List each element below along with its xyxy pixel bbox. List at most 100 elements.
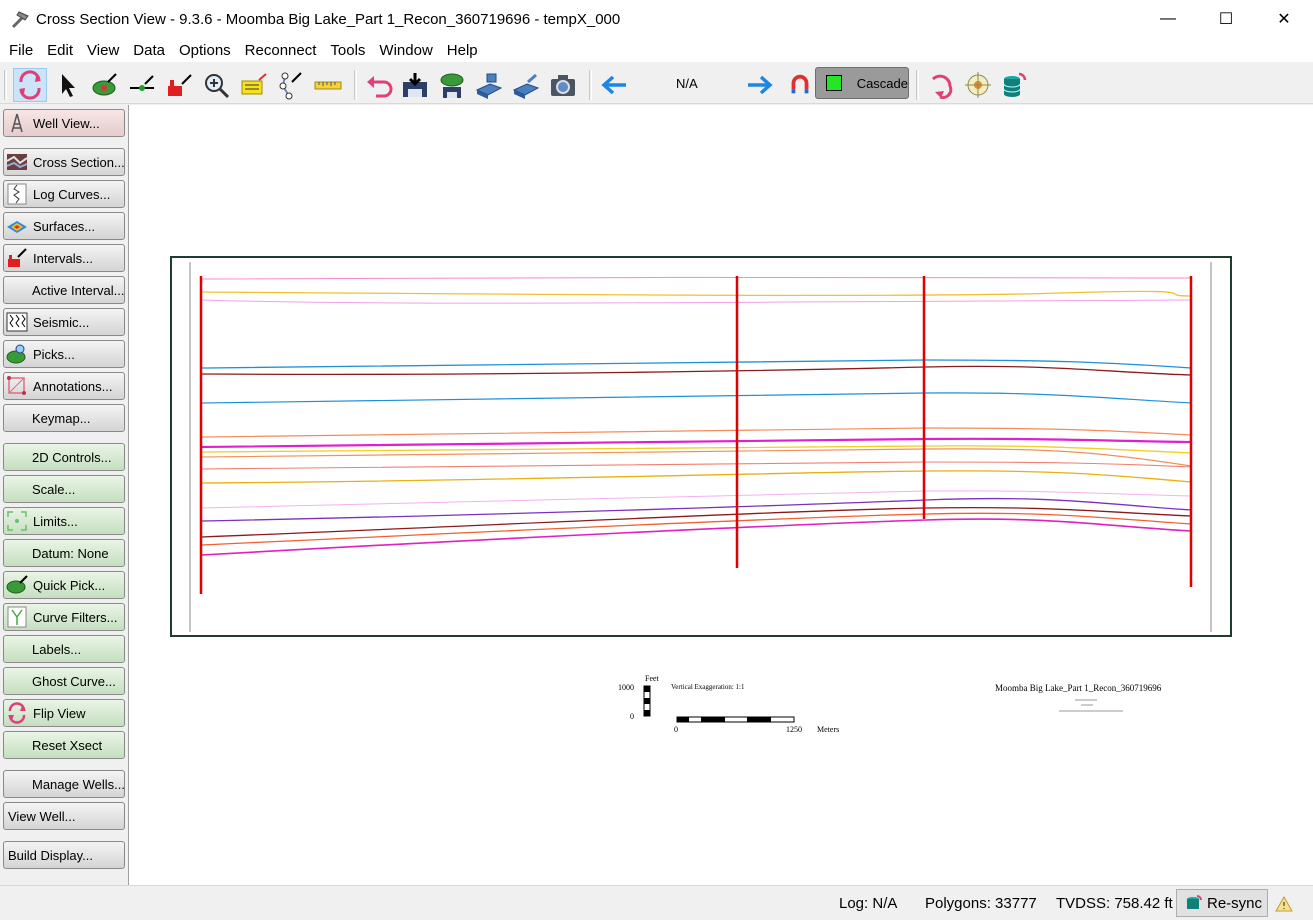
sidebar-item-label: Well View... [33,115,100,131]
scale-unit-feet: Feet [645,674,660,683]
labels-button[interactable]: Labels... [3,635,125,663]
next-button[interactable] [743,68,777,102]
close-button[interactable]: ✕ [1255,0,1313,38]
database-sync-button[interactable] [997,68,1031,102]
status-bar: Log: N/A Polygons: 33777 TVDSS: 758.42 f… [0,885,1313,920]
surfaces-button[interactable]: Surfaces... [3,212,125,240]
save-picks-button[interactable] [435,68,469,102]
menu-data[interactable]: Data [126,42,172,59]
minimize-button[interactable]: — [1139,0,1197,38]
menu-options[interactable]: Options [172,42,238,59]
ruler-icon [314,81,342,90]
menu-window[interactable]: Window [372,42,439,59]
target-button[interactable] [961,68,995,102]
magnet-button[interactable] [786,68,814,102]
project-title: Moomba Big Lake_Part 1_Recon_360719696 [995,683,1162,693]
2d-controls-button[interactable]: 2D Controls... [3,443,125,471]
intervals-button[interactable]: Intervals... [3,244,125,272]
pick-surface-button[interactable] [88,68,122,102]
keymap-button[interactable]: Keymap... [3,404,125,432]
intervals-icon [5,246,29,270]
meters-scale-segment [747,717,771,722]
quick-pick-button[interactable]: Quick Pick... [3,571,125,599]
sidebar-item-label: Manage Wells... [32,776,125,792]
status-polygons: Polygons: 33777 [925,895,1037,912]
annotations-icon [5,374,29,398]
sidebar-item-label: Datum: None [32,545,109,561]
picks-icon [5,342,29,366]
sidebar-item-label: View Well... [8,808,76,824]
interval-pick-button[interactable] [162,68,196,102]
undo-button[interactable] [362,68,396,102]
scale-legend: Feet 1000 0 Vertical Exaggeration: 1:1 0… [618,674,1162,734]
toolbar: N/A [0,64,1313,104]
sidebar-item-label: Annotations... [33,378,113,394]
point-pick-icon [130,75,154,91]
undo-arrow-icon [367,76,393,98]
menu-reconnect[interactable]: Reconnect [238,42,324,59]
sidebar-item-label: Curve Filters... [33,609,118,625]
maximize-button[interactable]: ☐ [1197,0,1255,38]
resync-button[interactable]: Re-sync [1176,889,1268,917]
sidebar-item-label: Cross Section... [33,154,125,170]
rotate-arrows-icon [19,70,41,100]
scale-button[interactable]: Scale... [3,475,125,503]
reset-xsect-button[interactable]: Reset Xsect [3,731,125,759]
export-button[interactable] [509,68,543,102]
previous-button[interactable] [597,68,631,102]
ruler-button[interactable] [311,68,345,102]
datum-button[interactable]: Datum: None [3,539,125,567]
feet-scale-segment [644,698,650,704]
load-button[interactable] [472,68,506,102]
build-display-button[interactable]: Build Display... [3,841,125,869]
cross-section-canvas[interactable]: Feet 1000 0 Vertical Exaggeration: 1:1 0… [128,105,1313,885]
surface-pick-icon [92,73,117,96]
sidebar-item-label: Reset Xsect [32,737,103,753]
meters-scale-segment [677,717,689,722]
rotate-tool-button[interactable] [13,68,47,102]
window-title: Cross Section View - 9.3.6 - Moomba Big … [36,10,621,28]
view-well-button[interactable]: View Well... [3,802,125,830]
limits-button[interactable]: Limits... [3,507,125,535]
well-derrick-icon [5,111,29,135]
menu-help[interactable]: Help [440,42,485,59]
sidebar-item-label: Keymap... [32,410,91,426]
export-tray-icon [512,73,540,99]
flip-view-button[interactable]: Flip View [3,699,125,727]
screenshot-button[interactable] [546,68,580,102]
well-view-button[interactable]: Well View... [3,109,125,137]
pick-point-button[interactable] [125,68,159,102]
active-interval-button[interactable]: Active Interval... [3,276,125,304]
magnifier-plus-icon [205,74,230,99]
cross-section-drawing[interactable]: Feet 1000 0 Vertical Exaggeration: 1:1 0… [129,105,1313,885]
menu-file[interactable]: File [0,42,40,59]
camera-icon [551,75,575,96]
digitize-button[interactable] [274,68,308,102]
annotations-button[interactable]: Annotations... [3,372,125,400]
annotation-note-button[interactable] [237,68,271,102]
arrow-right-icon [748,75,773,95]
title-bar: Cross Section View - 9.3.6 - Moomba Big … [0,0,1313,38]
seismic-icon [5,310,29,334]
menu-view[interactable]: View [80,42,126,59]
status-tvdss: TVDSS: 758.42 ft [1056,895,1173,912]
sidebar: Well View... Cross Section... Log Curves… [0,105,128,885]
vertical-exaggeration: Vertical Exaggeration: 1:1 [671,683,745,691]
zoom-pick-button[interactable] [200,68,234,102]
scale-feet-max: 1000 [618,683,634,692]
manage-wells-button[interactable]: Manage Wells... [3,770,125,798]
cross-section-button[interactable]: Cross Section... [3,148,125,176]
seismic-button[interactable]: Seismic... [3,308,125,336]
log-curves-button[interactable]: Log Curves... [3,180,125,208]
redo-button[interactable] [924,68,958,102]
menu-edit[interactable]: Edit [40,42,80,59]
save-button[interactable] [398,68,432,102]
sticky-note-icon [241,73,267,95]
picks-button[interactable]: Picks... [3,340,125,368]
menu-tools[interactable]: Tools [323,42,372,59]
curve-filters-button[interactable]: Curve Filters... [3,603,125,631]
select-tool-button[interactable] [50,68,84,102]
scale-meters-min: 0 [674,725,678,734]
cascade-toggle[interactable]: Cascade [815,67,909,99]
ghost-curve-button[interactable]: Ghost Curve... [3,667,125,695]
